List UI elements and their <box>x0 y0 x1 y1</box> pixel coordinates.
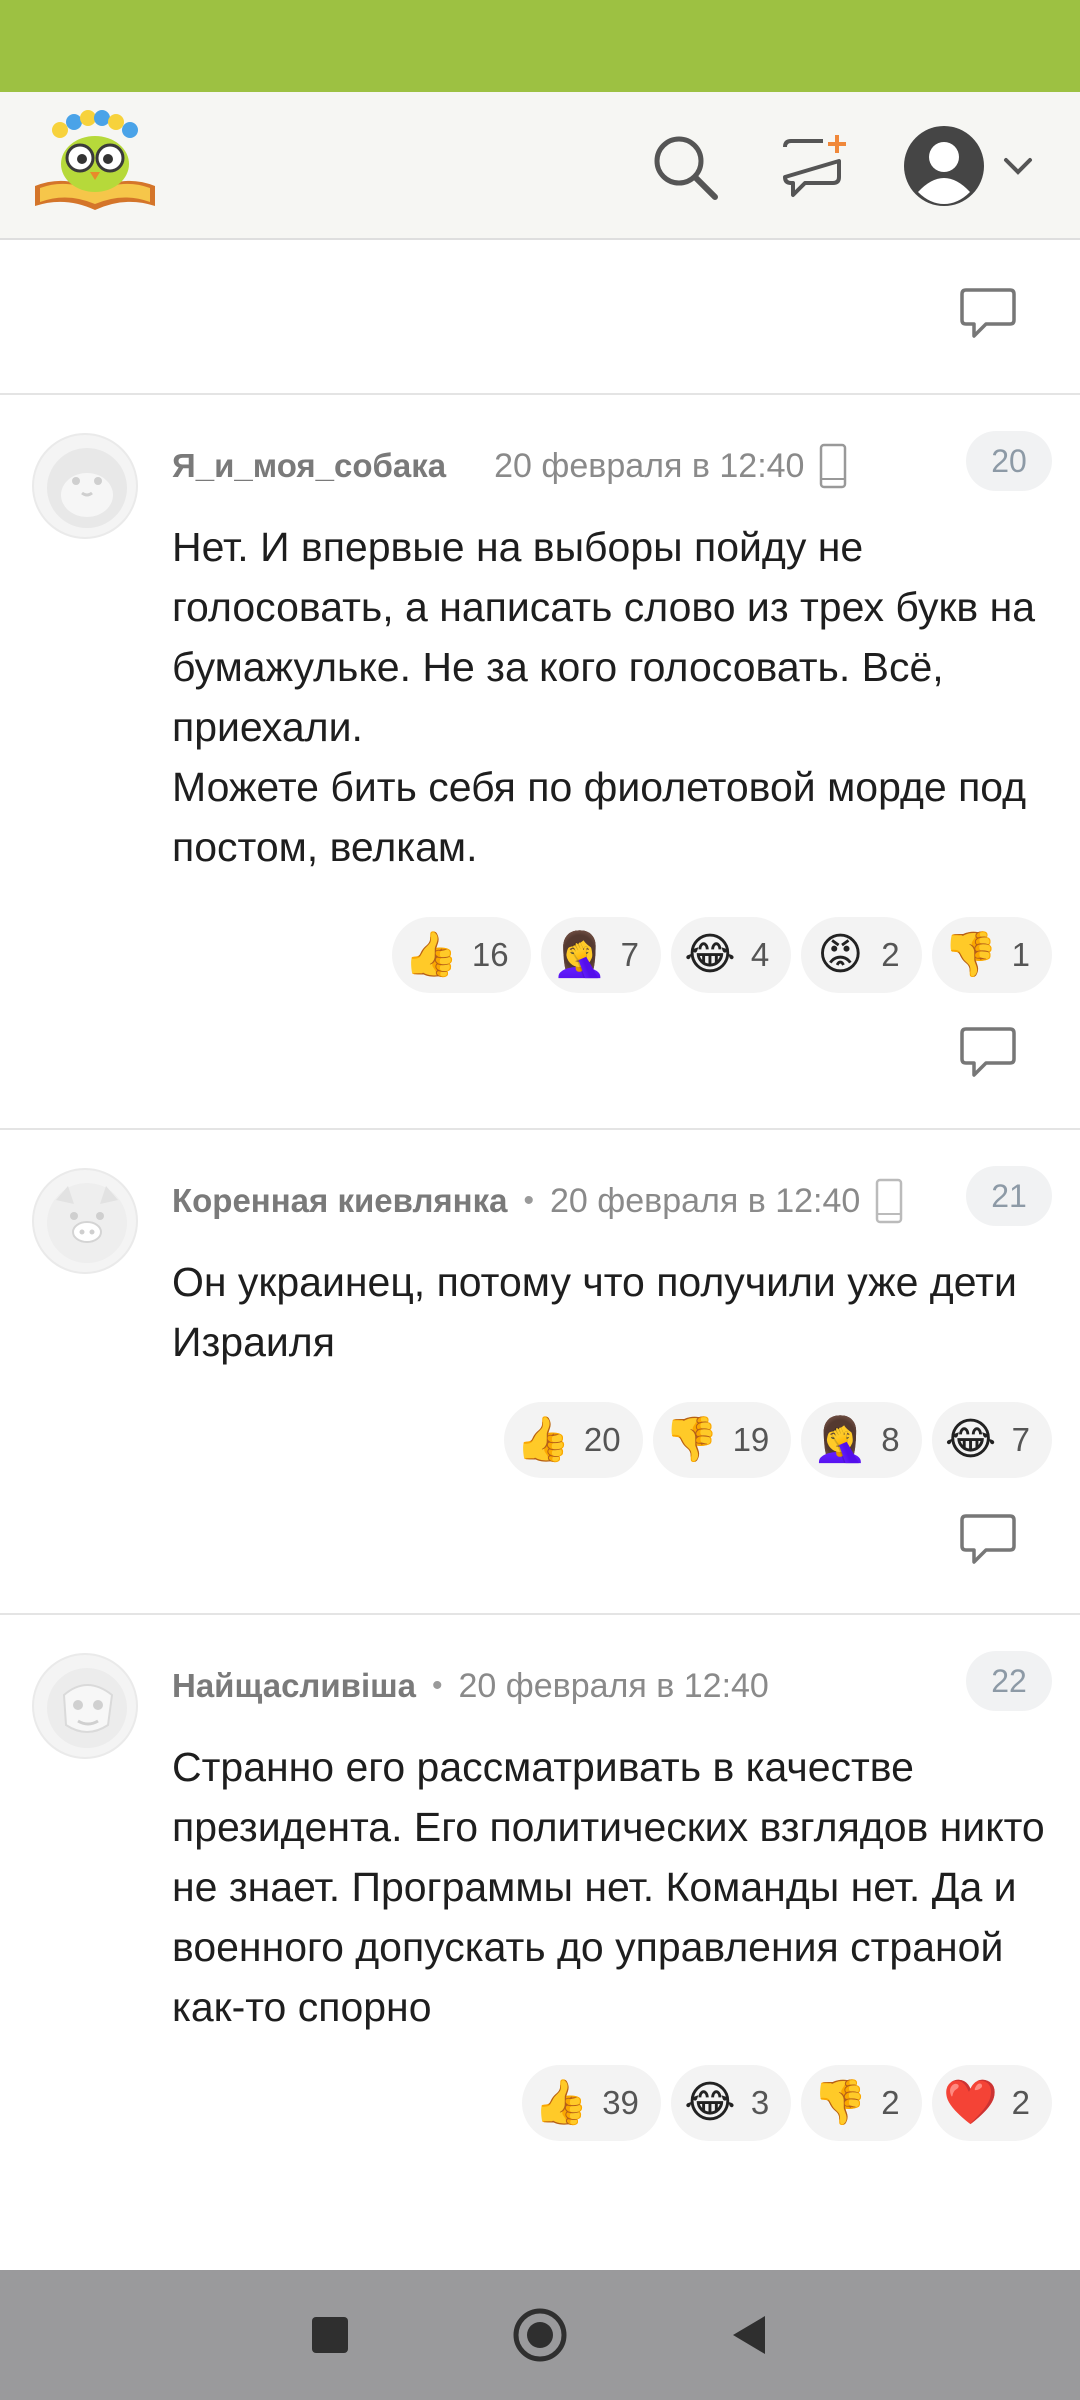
reaction-count: 1 <box>1011 936 1030 973</box>
heart-icon: ❤️ <box>943 2078 999 2127</box>
reaction-dislike[interactable]: 👎 2 <box>801 2065 922 2141</box>
reaction-count: 39 <box>602 2084 639 2121</box>
thumbs-up-icon: 👍 <box>515 1415 571 1464</box>
previous-comment-tail <box>0 240 1080 395</box>
reaction-count: 4 <box>750 936 770 973</box>
new-post-icon <box>783 135 846 197</box>
comment-item: Я_и_моя_собака 20 февраля в 12:40 20 Нет… <box>0 395 1080 1130</box>
reaction-facepalm[interactable]: 🤦‍♀️ 8 <box>801 1402 922 1478</box>
site-logo[interactable] <box>30 108 160 220</box>
comment-author[interactable]: Найщасливіша <box>172 1667 416 1705</box>
reply-icon <box>960 1514 1016 1564</box>
reactions-row: 👍 20 👎 19 🤦‍♀️ 8 😂 7 <box>503 1402 1052 1478</box>
avatar[interactable] <box>32 1168 138 1274</box>
meta-separator: • <box>523 1184 534 1217</box>
comment-date: 20 февраля в 12:40 <box>458 1666 769 1705</box>
reaction-like[interactable]: 👍 16 <box>391 917 531 993</box>
reaction-count: 19 <box>732 1421 770 1458</box>
comments-feed[interactable]: Я_и_моя_собака 20 февраля в 12:40 20 Нет… <box>0 240 1080 2270</box>
square-recents-icon <box>312 2317 348 2353</box>
comment-text: Странно его рассматривать в качестве пре… <box>172 1744 1045 2030</box>
comment-text: Он украинец, потому что получили уже дет… <box>172 1259 1017 1365</box>
meta-separator: • <box>432 1669 443 1702</box>
thumbs-up-icon: 👍 <box>403 930 459 979</box>
comment-meta: Я_и_моя_собака 20 февраля в 12:40 <box>172 441 848 491</box>
avatar[interactable] <box>32 1653 138 1759</box>
comment-item: Найщасливіша • 20 февраля в 12:40 22 Стр… <box>0 1615 1080 2270</box>
comment-number-badge: 20 <box>966 431 1052 491</box>
reply-button[interactable] <box>956 286 1020 342</box>
facepalm-icon: 🤦‍♀️ <box>552 930 607 979</box>
reaction-count: 8 <box>881 1421 900 1458</box>
home-button[interactable] <box>510 2305 570 2365</box>
circle-home-icon <box>513 2308 567 2362</box>
phone-icon <box>820 443 847 489</box>
reaction-like[interactable]: 👍 20 <box>503 1402 643 1478</box>
reaction-count: 3 <box>750 2084 770 2121</box>
reply-icon <box>960 1027 1016 1077</box>
comment-text: Нет. И впервые на выборы пойду не голосо… <box>172 524 1036 870</box>
reaction-count: 7 <box>620 936 639 973</box>
phone-icon <box>876 1178 903 1224</box>
back-button[interactable] <box>720 2305 780 2365</box>
comment-meta: Коренная киевлянка • 20 февраля в 12:40 <box>172 1176 904 1226</box>
reaction-count: 2 <box>881 2084 900 2121</box>
system-navigation-bar <box>0 2270 1080 2400</box>
reaction-laugh[interactable]: 😂 3 <box>670 2065 792 2141</box>
reaction-laugh[interactable]: 😂 7 <box>931 1402 1052 1478</box>
pig-avatar-icon <box>47 1183 127 1263</box>
laughing-icon: 😂 <box>684 2078 736 2127</box>
laughing-icon: 😂 <box>944 1415 997 1464</box>
laughing-icon: 😂 <box>684 930 736 979</box>
search-button[interactable] <box>640 122 730 212</box>
chevron-down-icon <box>1004 158 1032 175</box>
pinguin-avatar-icon <box>47 448 127 528</box>
reaction-angry[interactable]: 😡 2 <box>801 917 922 993</box>
comment-author[interactable]: Коренная киевлянка <box>172 1182 507 1220</box>
reactions-row: 👍 16 🤦‍♀️ 7 😂 4 😡 2 👎 1 <box>391 917 1052 993</box>
comment-date: 20 февраля в 12:40 <box>494 446 805 485</box>
reply-button[interactable] <box>956 1512 1020 1568</box>
app-header <box>0 92 1080 240</box>
reactions-row: 👍 39 😂 3 👎 2 ❤️ 2 <box>522 2065 1052 2141</box>
reaction-heart[interactable]: ❤️ 2 <box>931 2065 1052 2141</box>
reaction-facepalm[interactable]: 🤦‍♀️ 7 <box>540 917 661 993</box>
owl-on-book-logo <box>35 110 155 210</box>
search-icon <box>654 136 718 200</box>
avatar[interactable] <box>32 433 138 539</box>
comment-author[interactable]: Я_и_моя_собака <box>172 447 446 485</box>
thumbs-down-icon: 👎 <box>812 2078 868 2127</box>
reaction-count: 16 <box>471 936 509 973</box>
cartoon-avatar-icon <box>47 1668 127 1748</box>
reply-button[interactable] <box>956 1025 1020 1081</box>
reaction-count: 2 <box>1011 2084 1030 2121</box>
thumbs-up-icon: 👍 <box>533 2078 589 2127</box>
reaction-count: 7 <box>1011 1421 1030 1458</box>
status-bar <box>0 0 1080 92</box>
comment-item: Коренная киевлянка • 20 февраля в 12:40 … <box>0 1130 1080 1615</box>
reaction-dislike[interactable]: 👎 1 <box>931 917 1052 993</box>
comment-number-badge: 22 <box>966 1651 1052 1711</box>
facepalm-icon: 🤦‍♀️ <box>812 1415 868 1464</box>
recents-button[interactable] <box>300 2305 360 2365</box>
user-avatar-icon <box>904 126 984 206</box>
angry-face-icon: 😡 <box>817 930 864 979</box>
reply-icon <box>960 288 1016 338</box>
profile-menu-button[interactable] <box>895 116 1045 216</box>
triangle-back-icon <box>733 2316 765 2354</box>
thumbs-down-icon: 👎 <box>943 930 999 979</box>
reaction-laugh[interactable]: 😂 4 <box>670 917 792 993</box>
comment-meta: Найщасливіша • 20 февраля в 12:40 <box>172 1661 769 1711</box>
comment-number-badge: 21 <box>966 1166 1052 1226</box>
reaction-like[interactable]: 👍 39 <box>522 2065 661 2141</box>
thumbs-down-icon: 👎 <box>664 1415 719 1464</box>
reaction-dislike[interactable]: 👎 19 <box>652 1402 792 1478</box>
comment-date: 20 февраля в 12:40 <box>550 1181 861 1220</box>
new-post-button[interactable] <box>770 122 860 212</box>
reaction-count: 20 <box>583 1421 621 1458</box>
reaction-count: 2 <box>881 936 900 973</box>
